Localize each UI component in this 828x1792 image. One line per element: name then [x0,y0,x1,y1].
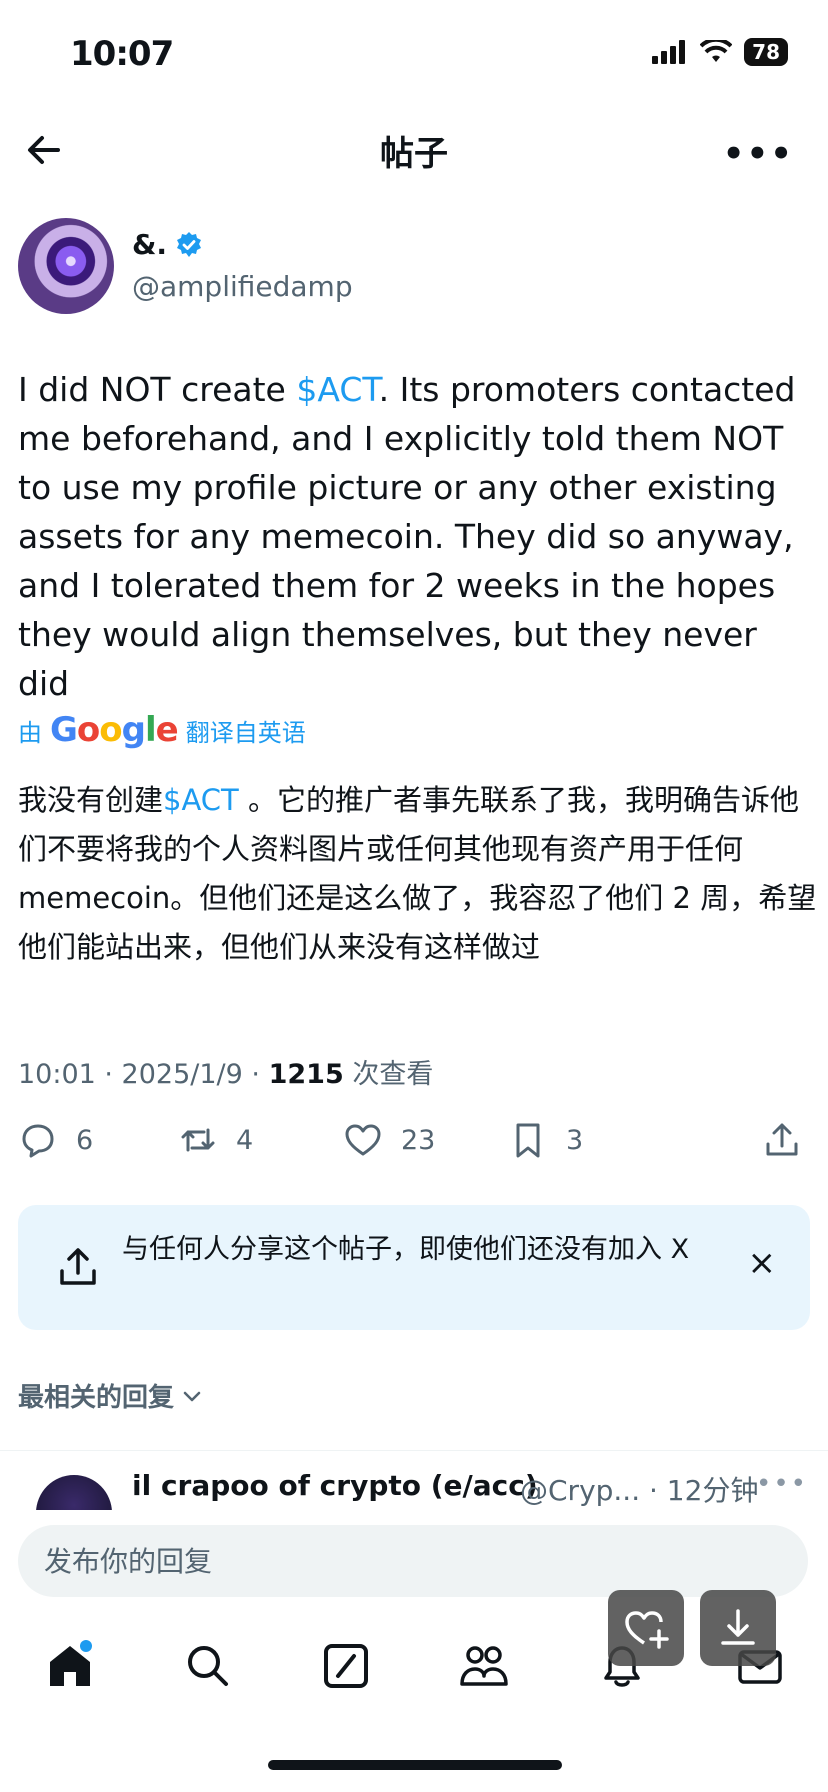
author-name-row[interactable]: &. [132,228,203,261]
divider [0,1450,828,1451]
share-button[interactable] [762,1120,802,1160]
favorite-add-button[interactable] [608,1590,684,1666]
top-navigation: 帖子 ••• [0,110,828,190]
view-count: 1215 [268,1059,344,1090]
reply-icon [22,1124,54,1158]
view-label: 次查看 [343,1059,434,1090]
share-icon [766,1123,798,1156]
cellular-signal-icon [652,40,686,64]
more-options-icon[interactable]: ••• [723,134,794,174]
reply-preview[interactable]: il crapoo of crypto (e/acc) @Cryp... · 1… [0,1455,828,1510]
status-indicators: 78 [652,38,788,66]
tweet-text: I did NOT create $ACT. Its promoters con… [18,365,818,708]
google-logo: Google [50,710,179,750]
reply-count: 6 [76,1124,94,1156]
wifi-icon [700,40,733,62]
bookmark-icon [516,1123,540,1158]
reply-author-handle: @Cryp... · 12分钟 [520,1474,759,1507]
translation-suffix: 翻译自英语 [185,718,306,747]
download-icon [721,1609,755,1645]
bookmark-button[interactable]: 3 [508,1120,583,1160]
translated-text: 我没有创建$ACT 。它的推广者事先联系了我，我明确告诉他们不要将我的个人资料图… [18,776,818,972]
notification-dot [80,1640,92,1652]
chevron-down-icon [183,1391,201,1401]
retweet-count: 4 [236,1124,254,1156]
translation-prefix: 由 [18,718,42,747]
replies-sort-dropdown[interactable]: 最相关的回复 [18,1377,204,1414]
download-button[interactable] [700,1590,776,1666]
author-avatar[interactable] [18,218,114,314]
replies-sort-label: 最相关的回复 [18,1383,175,1413]
compose-icon[interactable] [320,1640,372,1692]
share-banner-icon [60,1248,96,1285]
status-time: 10:07 [70,34,174,74]
page-title: 帖子 [380,134,448,174]
translation-attribution[interactable]: 由 Google 翻译自英语 [18,710,306,750]
author-handle[interactable]: @amplifiedamp [132,270,353,303]
cashtag-link[interactable]: $ACT [296,370,378,409]
retweet-button[interactable]: 4 [178,1120,253,1160]
reply-button[interactable]: 6 [18,1120,93,1160]
reply-avatar[interactable] [36,1475,112,1510]
reply-more-icon[interactable]: ••• [756,1469,808,1499]
like-count: 23 [401,1124,436,1156]
battery-level: 78 [744,38,788,66]
heart-icon [345,1124,381,1156]
like-button[interactable]: 23 [343,1120,435,1160]
bookmark-count: 3 [566,1124,584,1156]
close-icon[interactable]: × [748,1243,777,1283]
search-icon[interactable] [182,1640,234,1692]
status-bar: 10:07 78 [0,0,828,104]
author-display-name: &. [132,228,168,261]
communities-icon[interactable] [458,1640,510,1692]
share-banner[interactable]: 与任何人分享这个帖子，即使他们还没有加入 X × [18,1205,810,1330]
home-indicator[interactable] [268,1760,562,1770]
tweet-text-part-1: I did NOT create [18,370,297,409]
reply-composer[interactable] [18,1525,808,1597]
tweet-timestamp[interactable]: 10:01 · 2025/1/9 · [18,1059,269,1090]
reply-author-name: il crapoo of crypto (e/acc) [132,1469,538,1502]
translated-text-part-1: 我没有创建 [18,783,164,817]
translated-cashtag-link[interactable]: $ACT [163,783,239,817]
tweet-text-part-2: . Its promoters contacted me beforehand,… [18,370,796,703]
share-banner-text: 与任何人分享这个帖子，即使他们还没有加入 X [122,1234,690,1265]
retweet-icon [181,1128,215,1152]
verified-badge-icon [177,231,202,257]
reply-input[interactable] [44,1525,764,1597]
tweet-meta: 10:01 · 2025/1/9 · 1215 次查看 [18,1052,433,1091]
heart-plus-icon [625,1611,669,1649]
action-bar: 6 4 23 3 [18,1120,808,1176]
